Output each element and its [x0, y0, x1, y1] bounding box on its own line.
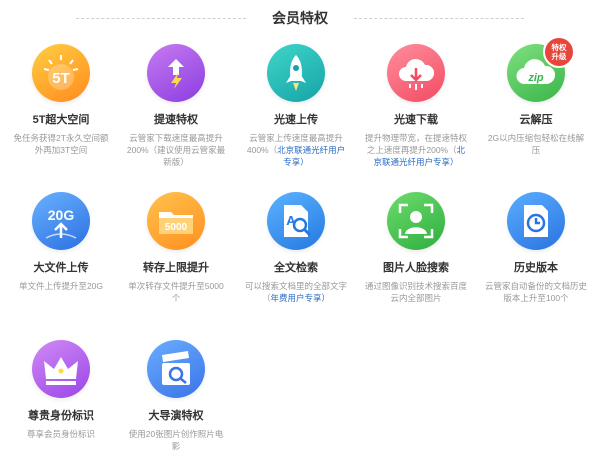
section-header: 会员特权	[0, 8, 600, 28]
privilege-item[interactable]: 光速下载提升物理带宽，在提速特权之上速度再提升200%（北京联通光纤用户专享）	[361, 44, 471, 168]
speed-lightning-icon	[147, 44, 205, 102]
privilege-name: 转存上限提升	[143, 262, 209, 274]
privilege-name: 全文检索	[274, 262, 318, 274]
privilege-description: 云管家自动备份的文档历史版本上升至100个	[485, 281, 588, 303]
privilege-description: 可以搜索文档里的全部文字（年费用户专享）	[245, 281, 348, 303]
privilege-description: 云管家上传速度最高提升400%（北京联通光纤用户专享）	[246, 133, 346, 167]
upgrade-badge: 特权 升级	[543, 36, 575, 68]
privilege-description: 2G以内压缩包轻松在线解压	[487, 133, 585, 155]
text-search-icon: A	[267, 192, 325, 250]
privilege-item[interactable]: 图片人脸搜索通过图像识别技术搜索百度云内全部图片	[361, 192, 471, 304]
face-search-icon	[387, 192, 445, 250]
privilege-item[interactable]: 尊贵身份标识 尊享会员身份标识	[6, 340, 116, 440]
zip-cloud-icon: zip 特权 升级	[507, 36, 575, 102]
privilege-name: 历史版本	[514, 262, 558, 274]
privilege-description: 提升物理带宽，在提速特权之上速度再提升200%（北京联通光纤用户专享）	[365, 133, 468, 167]
highlight-note: 北京联通光纤用户专享）	[277, 145, 346, 167]
privilege-item[interactable]: 大导演特权使用20张图片创作照片电影	[121, 340, 231, 452]
privilege-item[interactable]: 提速特权云管家下载速度最高提升200%（建议使用云管家最新版）	[121, 44, 231, 168]
privilege-description: 云管家下载速度最高提升200%（建议使用云管家最新版）	[126, 133, 226, 167]
privilege-item[interactable]: zip 特权 升级云解压 2G以内压缩包轻松在线解压	[481, 36, 591, 156]
privilege-description: 单文件上传提升至20G	[18, 281, 104, 291]
privilege-name: 云解压	[519, 114, 553, 126]
highlight-note: 年费用户专享）	[270, 293, 331, 303]
divider-left	[76, 17, 246, 19]
privilege-item[interactable]: 20G 大文件上传单文件上传提升至20G	[6, 192, 116, 292]
privilege-name: 大导演特权	[148, 410, 204, 422]
svg-text:20G: 20G	[48, 207, 75, 223]
privilege-description: 免任务获得2T永久空间额外再加3T空间	[13, 133, 109, 155]
privilege-name: 5T超大空间	[32, 114, 90, 126]
svg-text:5T: 5T	[52, 70, 70, 87]
privilege-description: 通过图像识别技术搜索百度云内全部图片	[365, 281, 468, 303]
privilege-name: 尊贵身份标识	[28, 410, 94, 422]
privilege-name: 图片人脸搜索	[383, 262, 449, 274]
history-clock-icon	[507, 192, 565, 250]
privilege-description: 使用20张图片创作照片电影	[128, 429, 224, 451]
divider-right	[354, 17, 524, 19]
privilege-item[interactable]: A 全文检索可以搜索文档里的全部文字（年费用户专享）	[241, 192, 351, 304]
svg-text:zip: zip	[527, 72, 544, 84]
privilege-name: 大文件上传	[33, 262, 89, 274]
cloud-download-icon	[387, 44, 445, 102]
privilege-item[interactable]: 历史版本云管家自动备份的文档历史版本上升至100个	[481, 192, 591, 304]
section-title: 会员特权	[272, 10, 328, 26]
movie-clapper-icon	[147, 340, 205, 398]
folder-5000-icon: 5000	[147, 192, 205, 250]
privilege-name: 光速上传	[274, 114, 318, 126]
privilege-item[interactable]: 5000 转存上限提升单次转存文件提升至5000个	[121, 192, 231, 304]
privilege-name: 提速特权	[154, 114, 198, 126]
rocket-icon	[267, 44, 325, 102]
privilege-description: 尊享会员身份标识	[26, 429, 95, 439]
privilege-name: 光速下载	[394, 114, 438, 126]
crown-icon	[32, 340, 90, 398]
privilege-item[interactable]: 光速上传云管家上传速度最高提升400%（北京联通光纤用户专享）	[241, 44, 351, 168]
privilege-description: 单次转存文件提升至5000个	[128, 281, 224, 303]
svg-text:5000: 5000	[165, 222, 188, 233]
5t-storage-icon: 5T	[32, 44, 90, 102]
privilege-item[interactable]: 5T 5T超大空间免任务获得2T永久空间额外再加3T空间	[6, 44, 116, 156]
20g-upload-icon: 20G	[32, 192, 90, 250]
